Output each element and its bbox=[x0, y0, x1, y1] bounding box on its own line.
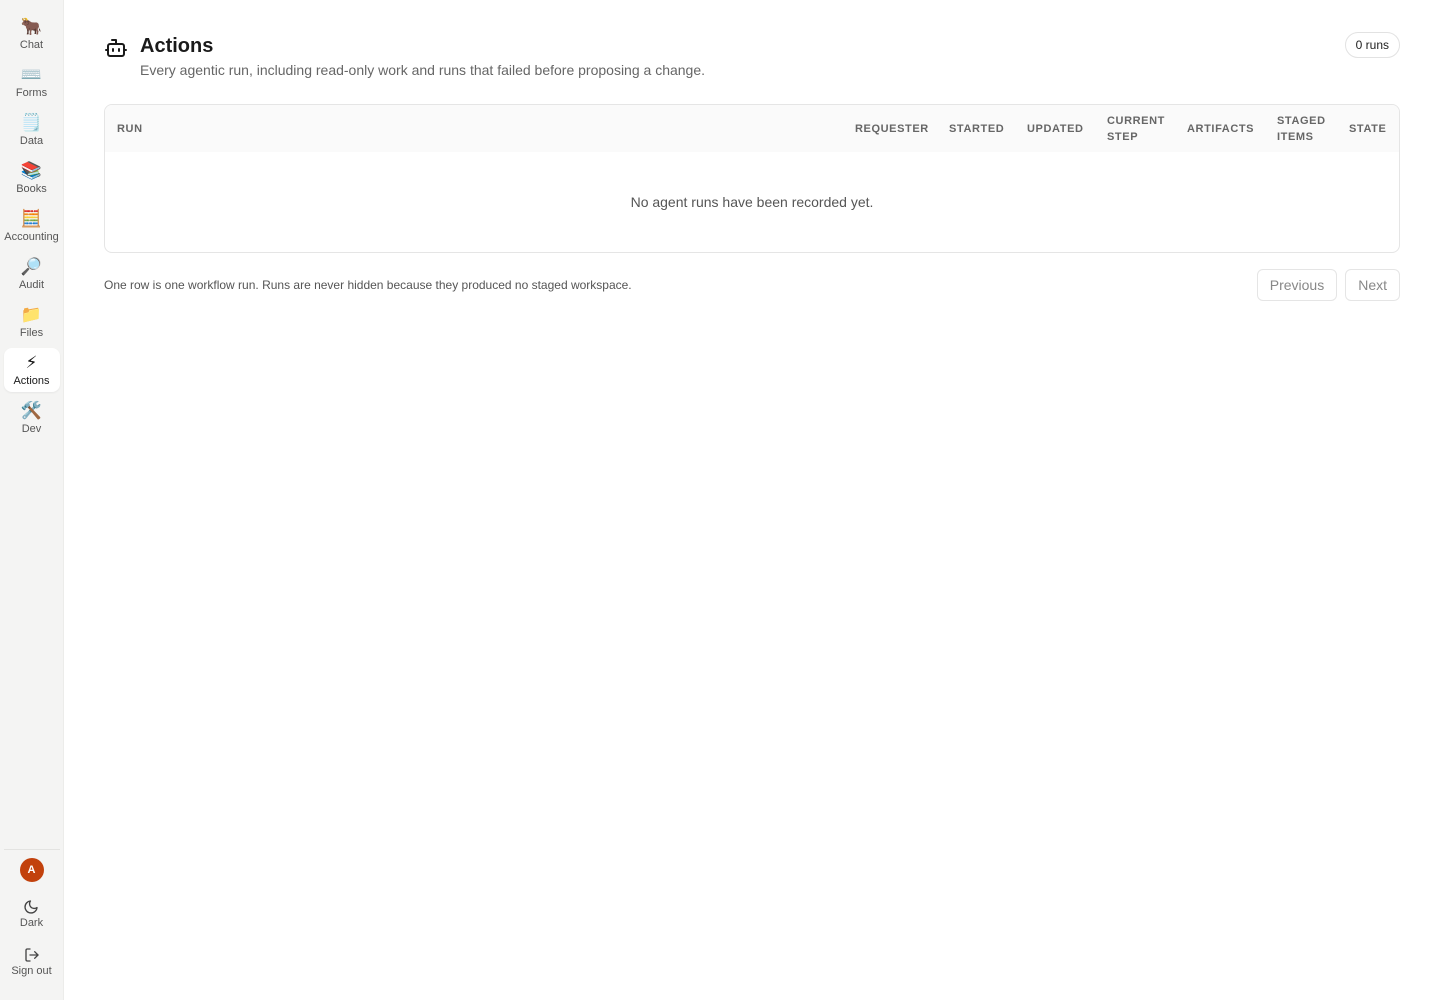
column-header-updated: UPDATED bbox=[1027, 122, 1084, 135]
moon-icon bbox=[24, 900, 39, 914]
footer-note: One row is one workflow run. Runs are ne… bbox=[104, 278, 632, 292]
lightning-icon: ⚡ bbox=[25, 353, 38, 372]
column-header-staged-items: STAGED ITEMS bbox=[1277, 114, 1326, 143]
header-text: Actions Every agentic run, including rea… bbox=[140, 32, 705, 78]
sidebar-item-label: Data bbox=[19, 135, 44, 147]
sidebar-item-label: Accounting bbox=[4, 231, 59, 243]
sidebar-item-label: Chat bbox=[19, 39, 44, 51]
sidebar-item-label: Audit bbox=[18, 279, 45, 291]
column-header-requester: REQUESTER bbox=[855, 122, 929, 135]
pagination: Previous Next bbox=[1256, 269, 1400, 301]
sidebar: 🐂 Chat ⌨️ Forms 🗒️ Data 📚 Books 🧮 Accoun… bbox=[0, 0, 64, 1000]
bot-icon bbox=[105, 39, 127, 57]
dark-mode-toggle[interactable]: Dark bbox=[20, 892, 43, 936]
sidebar-item-dev[interactable]: 🛠️ Dev bbox=[4, 396, 60, 440]
sign-out-label: Sign out bbox=[11, 965, 52, 977]
sidebar-item-forms[interactable]: ⌨️ Forms bbox=[4, 60, 60, 104]
sidebar-item-label: Books bbox=[16, 183, 47, 195]
sidebar-item-books[interactable]: 📚 Books bbox=[4, 156, 60, 200]
abacus-icon: 🧮 bbox=[20, 209, 43, 228]
header-title-group: Actions Every agentic run, including rea… bbox=[104, 32, 705, 78]
previous-page-button[interactable]: Previous bbox=[1256, 269, 1338, 301]
sidebar-footer: A Dark Sign out bbox=[3, 849, 60, 1000]
table-footer: One row is one workflow run. Runs are ne… bbox=[104, 269, 1400, 301]
run-count-badge: 0 runs bbox=[1344, 32, 1400, 58]
column-header-state: STATE bbox=[1349, 122, 1387, 135]
table-header: RUN REQUESTER STARTED UPDATED CURRENT ST… bbox=[105, 105, 1399, 152]
tools-icon: 🛠️ bbox=[20, 401, 43, 420]
sidebar-item-label: Actions bbox=[13, 375, 50, 387]
sidebar-item-audit[interactable]: 🔎 Audit bbox=[4, 252, 60, 296]
column-header-current-step: CURRENT STEP bbox=[1107, 114, 1165, 143]
page-header: Actions Every agentic run, including rea… bbox=[104, 32, 1400, 78]
sign-out-icon bbox=[24, 948, 39, 962]
magnifier-icon: 🔎 bbox=[20, 257, 43, 276]
keyboard-icon: ⌨️ bbox=[20, 65, 43, 84]
sign-out-button[interactable]: Sign out bbox=[11, 940, 52, 984]
sidebar-item-label: Forms bbox=[15, 87, 48, 99]
column-header-artifacts: ARTIFACTS bbox=[1187, 122, 1255, 135]
column-header-run: RUN bbox=[117, 122, 143, 135]
runs-table: RUN REQUESTER STARTED UPDATED CURRENT ST… bbox=[104, 104, 1400, 253]
books-icon: 📚 bbox=[20, 161, 43, 180]
page-title: Actions bbox=[140, 35, 214, 57]
next-page-button[interactable]: Next bbox=[1345, 269, 1400, 301]
ox-icon: 🐂 bbox=[20, 17, 43, 36]
sidebar-item-chat[interactable]: 🐂 Chat bbox=[4, 12, 60, 56]
dark-mode-label: Dark bbox=[19, 917, 44, 929]
sidebar-item-data[interactable]: 🗒️ Data bbox=[4, 108, 60, 152]
column-header-started: STARTED bbox=[949, 122, 1005, 135]
page-subtitle: Every agentic run, including read-only w… bbox=[140, 62, 706, 78]
main-content: Actions Every agentic run, including rea… bbox=[64, 0, 1440, 1000]
app-shell: 🐂 Chat ⌨️ Forms 🗒️ Data 📚 Books 🧮 Accoun… bbox=[0, 0, 1440, 1000]
sidebar-item-accounting[interactable]: 🧮 Accounting bbox=[4, 204, 60, 248]
sidebar-nav: 🐂 Chat ⌨️ Forms 🗒️ Data 📚 Books 🧮 Accoun… bbox=[0, 12, 63, 440]
sidebar-item-files[interactable]: 📁 Files bbox=[4, 300, 60, 344]
empty-state-message: No agent runs have been recorded yet. bbox=[630, 194, 874, 210]
sidebar-item-label: Dev bbox=[21, 423, 42, 435]
sidebar-item-actions[interactable]: ⚡ Actions bbox=[3, 348, 60, 392]
folder-icon: 📁 bbox=[20, 305, 43, 324]
notepad-icon: 🗒️ bbox=[20, 113, 43, 132]
sidebar-item-label: Files bbox=[19, 327, 44, 339]
avatar[interactable]: A bbox=[19, 858, 44, 882]
